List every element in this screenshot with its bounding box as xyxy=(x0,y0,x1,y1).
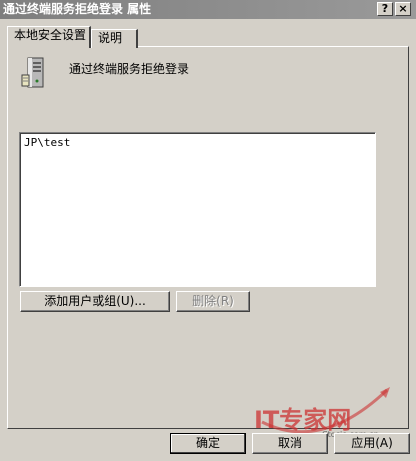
policy-name: 通过终端服务拒绝登录 xyxy=(69,62,190,76)
server-icon xyxy=(21,57,44,88)
tab-label: 本地安全设置 xyxy=(14,28,87,42)
cancel-button[interactable]: 取消 xyxy=(252,433,328,454)
tab-local-security-setting[interactable]: 本地安全设置 xyxy=(7,26,91,48)
help-button[interactable]: ? xyxy=(377,2,393,16)
title-bar[interactable]: 通过终端服务拒绝登录 属性 xyxy=(0,0,416,19)
tab-explain[interactable]: 说明 xyxy=(91,29,138,48)
close-button[interactable]: × xyxy=(395,2,411,16)
tab-label: 说明 xyxy=(98,31,123,45)
list-item[interactable]: JP\test xyxy=(24,136,371,150)
ok-button[interactable]: 确定 xyxy=(170,433,246,454)
add-user-or-group-button[interactable]: 添加用户或组(U)... xyxy=(20,291,170,312)
apply-button[interactable]: 应用(A) xyxy=(334,433,410,454)
window-title: 通过终端服务拒绝登录 属性 xyxy=(3,2,152,16)
remove-button[interactable]: 删除(R) xyxy=(176,291,250,312)
accounts-list[interactable]: JP\test xyxy=(19,132,376,287)
